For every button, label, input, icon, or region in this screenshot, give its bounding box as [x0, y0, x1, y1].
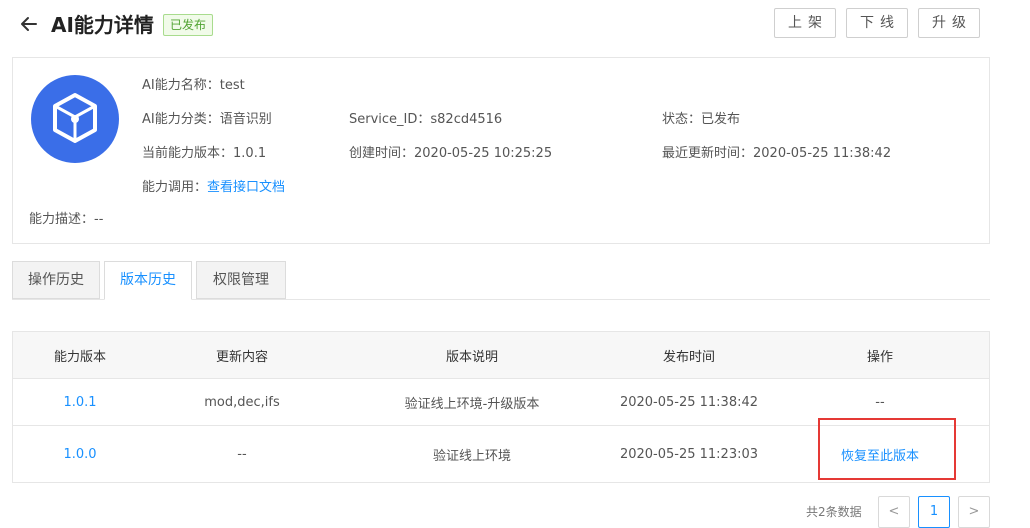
next-page-button[interactable]: > — [958, 496, 990, 528]
created-time-field: 创建时间：2020-05-25 10:25:25 — [349, 146, 553, 161]
version-note-cell: 验证线上环境 — [432, 448, 511, 464]
offline-button[interactable]: 下线 — [846, 8, 908, 38]
pagination-total: 共2条数据 — [806, 505, 862, 519]
status-field: 状态：已发布 — [662, 112, 741, 127]
highlight-box — [818, 418, 956, 480]
header-version-note: 版本说明 — [445, 349, 498, 365]
back-arrow-icon[interactable] — [18, 13, 40, 35]
description-field: 能力描述：-- — [29, 212, 104, 227]
version-field: 当前能力版本：1.0.1 — [142, 146, 267, 161]
header-update-content: 更新内容 — [215, 349, 268, 365]
version-link[interactable]: 1.0.0 — [13, 426, 147, 482]
page-1-button[interactable]: 1 — [918, 496, 950, 528]
prev-page-button[interactable]: < — [878, 496, 910, 528]
tab-permission-management[interactable]: 权限管理 — [196, 261, 286, 299]
publish-button[interactable]: 上架 — [774, 8, 836, 38]
publish-time-cell: 2020-05-25 11:23:03 — [619, 446, 759, 462]
publish-time-cell: 2020-05-25 11:38:42 — [619, 394, 759, 410]
category-field: AI能力分类：语音识别 — [142, 112, 272, 127]
page-header: AI能力详情 已发布 上架 下线 升级 — [0, 0, 1000, 50]
ai-cube-logo-icon — [31, 75, 119, 163]
service-id-field: Service_ID：s82cd4516 — [349, 112, 503, 127]
update-content-cell: mod,dec,ifs — [204, 394, 280, 410]
header-version: 能力版本 — [53, 349, 106, 365]
name-field: AI能力名称：test — [142, 78, 245, 93]
header-publish-time: 发布时间 — [662, 349, 715, 365]
tab-operation-history[interactable]: 操作历史 — [12, 261, 100, 299]
updated-time-field: 最近更新时间：2020-05-25 11:38:42 — [662, 146, 892, 161]
upgrade-button[interactable]: 升级 — [918, 8, 980, 38]
scrollbar-track[interactable] — [1000, 0, 1030, 521]
version-link[interactable]: 1.0.1 — [13, 379, 147, 425]
status-badge: 已发布 — [163, 14, 214, 36]
table-header: 能力版本 更新内容 版本说明 发布时间 操作 — [13, 332, 989, 379]
tab-version-history[interactable]: 版本历史 — [104, 261, 192, 300]
api-doc-link[interactable]: 查看接口文档 — [207, 180, 285, 195]
version-note-cell: 验证线上环境-升级版本 — [404, 396, 540, 412]
invoke-field: 能力调用：查看接口文档 — [142, 180, 286, 195]
header-action: 操作 — [866, 349, 893, 365]
page-title: AI能力详情 — [51, 13, 154, 37]
tab-bar: 操作历史 版本历史 权限管理 — [12, 261, 990, 300]
update-content-cell: -- — [237, 446, 247, 462]
ability-info-card: AI能力名称：test AI能力分类：语音识别 Service_ID：s82cd… — [12, 57, 990, 244]
